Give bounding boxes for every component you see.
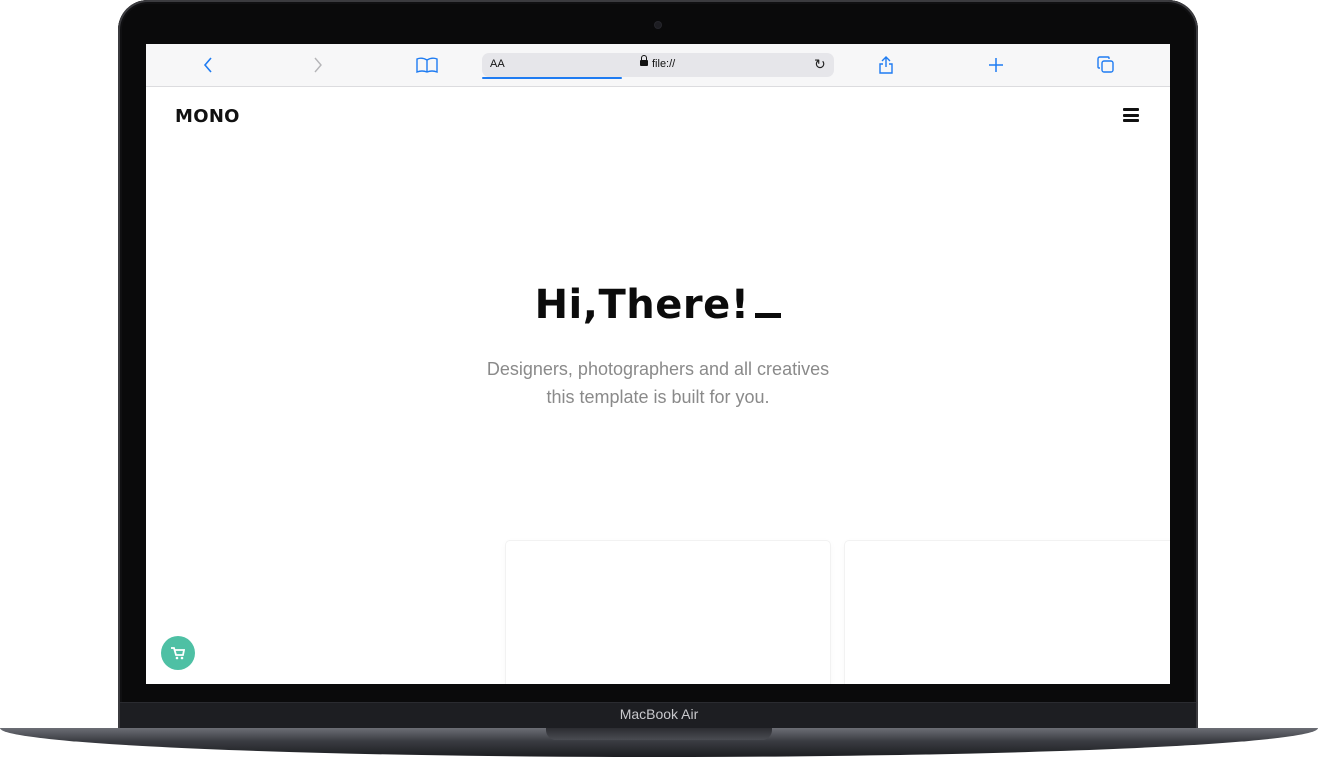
- cart-icon: [171, 646, 185, 659]
- bookmarks-icon[interactable]: [410, 52, 444, 78]
- portfolio-card[interactable]: [845, 541, 1170, 684]
- url-text[interactable]: file://: [652, 58, 675, 70]
- hero-title-text: Hi,There!: [534, 282, 750, 328]
- cart-button[interactable]: [161, 636, 195, 670]
- forward-icon[interactable]: [301, 52, 335, 78]
- share-icon[interactable]: [869, 52, 903, 78]
- portfolio-card[interactable]: [506, 541, 830, 684]
- hamburger-menu-icon[interactable]: [1123, 108, 1141, 122]
- back-icon[interactable]: [191, 52, 225, 78]
- new-tab-icon[interactable]: [979, 52, 1013, 78]
- site-logo[interactable]: MONO: [175, 106, 240, 127]
- reader-text-size-button[interactable]: AA: [490, 58, 505, 70]
- hero-subtitle-line-2: this template is built for you.: [546, 387, 770, 407]
- hero-title: Hi,There!: [146, 282, 1170, 328]
- device-model-label: MacBook Air: [619, 706, 699, 722]
- typing-cursor: [755, 313, 782, 318]
- camera-dot: [655, 22, 661, 28]
- reload-icon[interactable]: ↻: [814, 56, 826, 73]
- browser-screen: AA file:// ↻ MONO Hi,There! Designers, p…: [146, 44, 1170, 684]
- address-bar[interactable]: AA file:// ↻: [482, 53, 834, 79]
- hero-subtitle-line-1: Designers, photographers and all creativ…: [486, 359, 830, 379]
- lock-icon: [640, 55, 648, 66]
- page-load-progress: [482, 77, 622, 79]
- laptop-hinge-notch: [546, 728, 772, 740]
- hero-subtitle: Designers, photographers and all creativ…: [146, 355, 1170, 411]
- browser-toolbar: AA file:// ↻: [146, 44, 1170, 87]
- tabs-icon[interactable]: [1089, 52, 1123, 78]
